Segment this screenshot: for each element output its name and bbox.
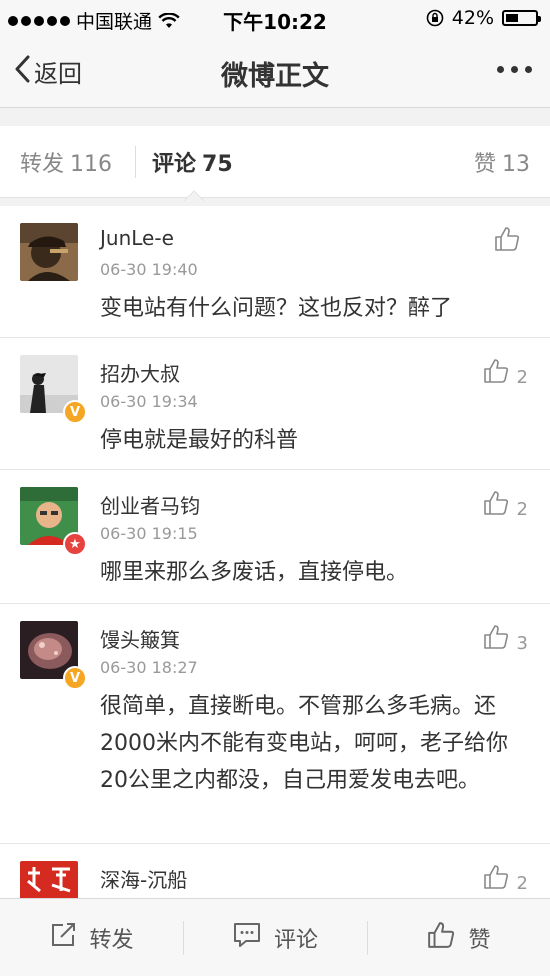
comment-time: 06-30 19:34 xyxy=(100,392,198,411)
comment-label: 评论 xyxy=(273,928,318,953)
comment-text: 停电就是最好的科普 xyxy=(100,428,299,453)
like-count: 2 xyxy=(516,499,528,520)
comment-item: V 馒头簸箕 06-30 18:27 很简单，直接断电。不管那么多毛病。还200… xyxy=(0,604,550,844)
tab-indicator-icon xyxy=(184,190,204,201)
like-button[interactable] xyxy=(494,226,528,256)
comment-username[interactable]: 创业者马钧 xyxy=(100,490,200,519)
like-label: 赞 xyxy=(468,928,491,953)
like-button[interactable]: 2 xyxy=(483,490,528,520)
comment-time: 06-30 18:27 xyxy=(100,658,198,677)
tab-repost-count: 116 xyxy=(70,152,113,177)
thumbs-up-icon xyxy=(483,864,509,894)
comment-text: 很简单，直接断电。不管那么多毛病。还2000米内不能有变电站，呵呵，老子给你20… xyxy=(100,694,508,793)
comment-time: 06-30 19:40 xyxy=(100,260,198,279)
status-right: 42% xyxy=(426,7,541,29)
tab-divider xyxy=(135,146,136,178)
like-count: 2 xyxy=(516,367,528,388)
tab-like[interactable]: 赞 13 xyxy=(474,146,530,178)
comment-icon xyxy=(232,921,262,955)
thumbs-up-icon xyxy=(483,624,509,654)
like-button[interactable]: 2 xyxy=(483,864,528,894)
tab-comment-count: 75 xyxy=(202,152,233,177)
thumbs-up-icon xyxy=(483,490,509,520)
bottom-toolbar: 转发 评论 赞 xyxy=(0,898,550,976)
battery-percent: 42% xyxy=(451,7,494,29)
like-button[interactable]: 3 xyxy=(483,624,528,654)
tab-like-label: 赞 xyxy=(473,152,496,177)
comment-list: JunLe-e 06-30 19:40 变电站有什么问题？这也反对？醉了 V 招… xyxy=(0,206,550,934)
avatar[interactable] xyxy=(20,223,78,281)
verified-badge-icon: V xyxy=(63,666,87,690)
comment-username[interactable]: 招办大叔 xyxy=(100,358,180,387)
comment-button[interactable]: 评论 xyxy=(183,899,367,976)
comment-username[interactable]: JunLe-e xyxy=(100,226,174,250)
orientation-lock-icon xyxy=(426,9,444,27)
like-count: 3 xyxy=(516,633,528,654)
thumbs-up-icon xyxy=(483,358,509,388)
comment-item: JunLe-e 06-30 19:40 变电站有什么问题？这也反对？醉了 xyxy=(0,206,550,338)
comment-username[interactable]: 深海-沉船 xyxy=(100,864,187,893)
tab-comment-label: 评论 xyxy=(152,152,197,177)
comment-username[interactable]: 馒头簸箕 xyxy=(100,624,180,653)
page-title: 微博正文 xyxy=(221,61,329,92)
verified-badge-icon: V xyxy=(63,400,87,424)
status-bar: 中国联通 下午10:22 42% xyxy=(0,0,550,36)
tab-repost-label: 转发 xyxy=(20,152,65,177)
nav-bar: 返回 微博正文 xyxy=(0,36,550,108)
thumbs-up-icon xyxy=(494,226,520,256)
comment-time: 06-30 19:15 xyxy=(100,524,198,543)
repost-label: 转发 xyxy=(89,928,134,953)
like-count: 2 xyxy=(516,873,528,894)
tab-comment[interactable]: 评论 75 xyxy=(152,146,233,178)
comment-item: V 招办大叔 06-30 19:34 停电就是最好的科普 2 xyxy=(0,338,550,470)
like-post-button[interactable]: 赞 xyxy=(367,899,550,976)
comment-item: ★ 创业者马钧 06-30 19:15 哪里来那么多废话，直接停电。 2 xyxy=(0,470,550,604)
thumbs-up-icon xyxy=(426,921,456,955)
star-badge-icon: ★ xyxy=(63,532,87,556)
comment-text: 哪里来那么多废话，直接停电。 xyxy=(100,560,409,585)
like-button[interactable]: 2 xyxy=(483,358,528,388)
more-options-icon[interactable] xyxy=(497,60,532,79)
comment-text: 变电站有什么问题？这也反对？醉了 xyxy=(100,296,453,321)
share-icon xyxy=(49,921,77,955)
repost-button[interactable]: 转发 xyxy=(0,899,183,976)
battery-icon xyxy=(502,10,541,26)
tab-bar: 转发 116 评论 75 赞 13 xyxy=(0,126,550,198)
tab-like-count: 13 xyxy=(502,152,530,177)
tab-repost[interactable]: 转发 116 xyxy=(20,146,112,178)
